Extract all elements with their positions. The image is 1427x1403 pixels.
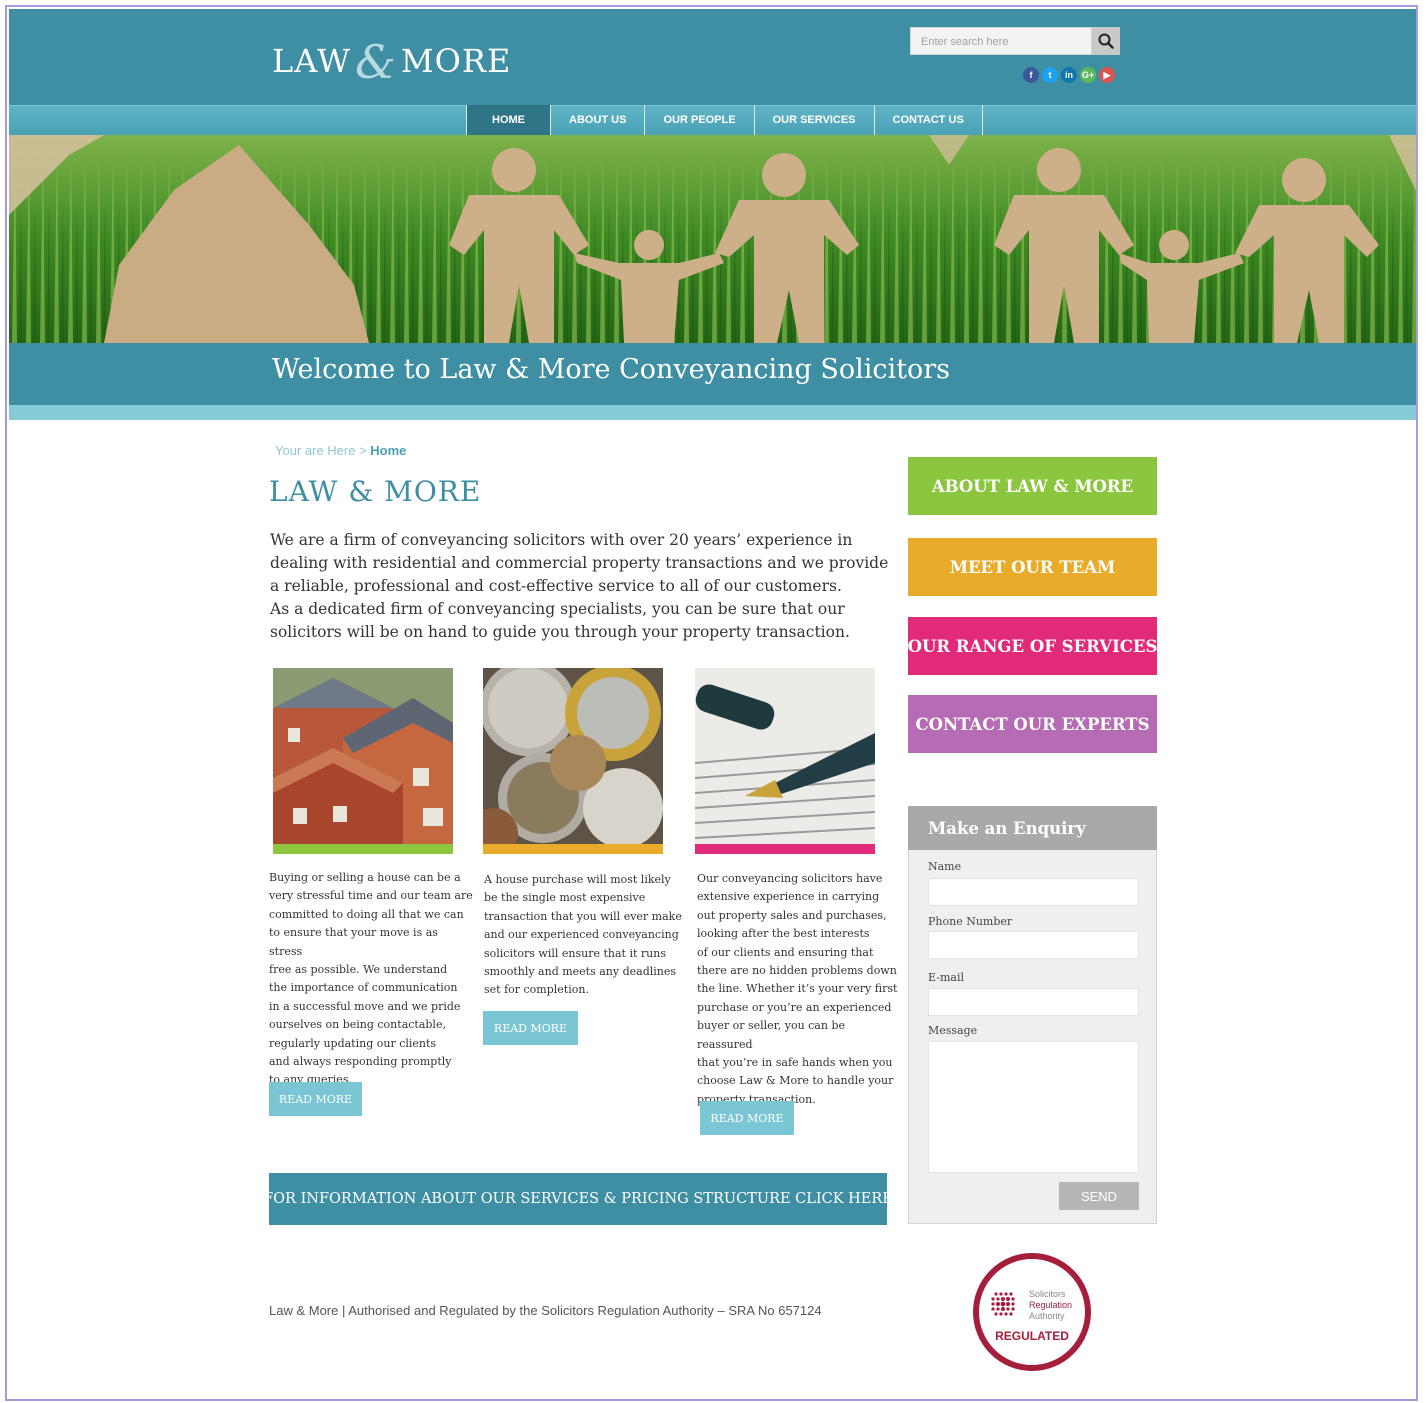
card-line: extensive experience in carrying	[697, 890, 880, 904]
meet-our-team-button[interactable]: MEET OUR TEAM	[908, 538, 1157, 596]
nav-about-us[interactable]: ABOUT US	[551, 105, 646, 135]
nav-our-people[interactable]: OUR PEOPLE	[645, 105, 755, 135]
logo-text-right: MORE	[400, 42, 512, 80]
search-input[interactable]: Enter search here	[910, 27, 1092, 55]
footer-text: Law & More | Authorised and Regulated by…	[269, 1303, 822, 1318]
phone-field[interactable]	[928, 931, 1139, 959]
our-range-of-services-button[interactable]: OUR RANGE OF SERVICES	[908, 617, 1157, 675]
card-line: set for completion.	[484, 983, 589, 997]
houses-rooftops-image	[273, 668, 453, 844]
site-header	[9, 9, 1416, 105]
googleplus-icon[interactable]: G+	[1080, 67, 1096, 83]
pen-document-image	[695, 668, 875, 844]
main-nav: HOME ABOUT US OUR PEOPLE OUR SERVICES CO…	[466, 105, 983, 135]
sra-line-1: Solicitors	[1029, 1289, 1066, 1299]
page-heading: LAW & MORE	[269, 475, 482, 508]
email-field[interactable]	[928, 988, 1139, 1016]
contact-our-experts-button[interactable]: CONTACT OUR EXPERTS	[908, 695, 1157, 753]
card-stripe	[273, 844, 453, 854]
nav-contact-us[interactable]: CONTACT US	[875, 105, 983, 135]
card-line: looking after the best interests	[697, 927, 870, 941]
facebook-icon[interactable]: f	[1023, 67, 1039, 83]
welcome-title: Welcome to Law & More Conveyancing Solic…	[272, 354, 951, 385]
twitter-icon[interactable]: t	[1042, 67, 1058, 83]
banner-accent-bar	[9, 405, 1416, 420]
card-line: ourselves on being contactable,	[269, 1018, 446, 1032]
breadcrumb: Your are Here > Home	[275, 443, 406, 458]
linkedin-icon[interactable]: in	[1061, 67, 1077, 83]
intro-line: solicitors will be on hand to guide you …	[270, 623, 850, 641]
sra-regulated-label: REGULATED	[995, 1329, 1069, 1343]
card-text-buying-selling: Buying or selling a house can be a very …	[269, 869, 474, 1090]
read-more-button-2[interactable]: READ MORE	[483, 1011, 578, 1045]
logo-ampersand: &	[354, 35, 397, 89]
card-line: buyer or seller, you can be reassured	[697, 1019, 845, 1051]
card-stripe	[695, 844, 875, 854]
card-line: and always responding promptly	[269, 1055, 452, 1069]
page-frame: LAW& MORE Enter search here f t in G+ ▶ HOME …	[5, 5, 1418, 1401]
card-line: that you’re in safe hands when you	[697, 1056, 893, 1070]
intro-line: As a dedicated firm of conveyancing spec…	[270, 600, 845, 618]
breadcrumb-current[interactable]: Home	[370, 443, 406, 458]
intro-line: dealing with residential and commercial …	[270, 554, 889, 572]
sra-line-2: Regulation	[1029, 1300, 1072, 1310]
card-line: smoothly and meets any deadlines	[484, 965, 677, 979]
nav-our-services[interactable]: OUR SERVICES	[755, 105, 875, 135]
phone-label: Phone Number	[928, 915, 1013, 928]
hero-image	[9, 135, 1416, 343]
intro-text: We are a firm of conveyancing solicitors…	[270, 529, 890, 644]
site-logo[interactable]: LAW& MORE	[272, 35, 511, 89]
send-button[interactable]: SEND	[1059, 1182, 1139, 1210]
name-field[interactable]	[928, 878, 1139, 906]
card-line: regularly updating our clients	[269, 1036, 437, 1050]
breadcrumb-prefix: Your are Here >	[275, 443, 371, 458]
card-line: to ensure that your move is as stress	[269, 926, 438, 958]
card-line: purchase or you’re an experienced	[697, 1000, 892, 1014]
coins-image	[483, 668, 663, 844]
card-line: out property sales and purchases,	[697, 908, 887, 922]
card-line: very stressful time and our team are	[269, 889, 473, 903]
logo-text-left: LAW	[272, 42, 351, 80]
card-line: committed to doing all that we can	[269, 907, 464, 921]
card-line: of our clients and ensuring that	[697, 945, 874, 959]
enquiry-title: Make an Enquiry	[908, 806, 1157, 850]
intro-line: a reliable, professional and cost-effect…	[270, 577, 842, 595]
sra-line-3: Authority	[1029, 1311, 1065, 1321]
card-line: free as possible. We understand	[269, 963, 448, 977]
card-line: the importance of communication	[269, 981, 458, 995]
card-text-experience: Our conveyancing solicitors have extensi…	[697, 870, 902, 1109]
youtube-icon[interactable]: ▶	[1099, 67, 1115, 83]
email-label: E-mail	[928, 971, 964, 984]
sra-regulated-badge[interactable]: Solicitors Regulation Authority REGULATE…	[972, 1252, 1092, 1372]
card-line: transaction that you will ever make	[484, 909, 682, 923]
search-icon	[1098, 33, 1114, 49]
card-line: solicitors will ensure that it runs	[484, 946, 666, 960]
card-line: there are no hidden problems down	[697, 964, 897, 978]
pricing-info-link[interactable]: FOR INFORMATION ABOUT OUR SERVICES & PRI…	[263, 1173, 893, 1225]
card-line: Buying or selling a house can be a	[269, 871, 461, 884]
nav-home[interactable]: HOME	[466, 105, 551, 135]
read-more-button-1[interactable]: READ MORE	[269, 1082, 362, 1116]
name-label: Name	[928, 860, 962, 873]
intro-line: We are a firm of conveyancing solicitors…	[270, 531, 853, 549]
search-button[interactable]	[1092, 27, 1120, 55]
card-line: choose Law & More to handle your	[697, 1074, 894, 1088]
card-line: and our experienced conveyancing	[484, 928, 679, 942]
card-text-house-purchase: A house purchase will most likely be the…	[484, 871, 689, 1000]
read-more-button-3[interactable]: READ MORE	[700, 1101, 794, 1135]
about-law-more-button[interactable]: ABOUT LAW & MORE	[908, 457, 1157, 515]
card-line: Our conveyancing solicitors have	[697, 872, 883, 885]
card-line: in a successful move and we pride	[269, 999, 461, 1013]
social-links: f t in G+ ▶	[1023, 67, 1115, 83]
message-field[interactable]	[928, 1041, 1139, 1173]
card-stripe	[483, 844, 663, 854]
card-line: A house purchase will most likely	[484, 873, 671, 886]
card-line: the line. Whether it’s your very first	[697, 982, 898, 996]
message-label: Message	[928, 1024, 978, 1037]
card-line: be the single most expensive	[484, 891, 646, 905]
